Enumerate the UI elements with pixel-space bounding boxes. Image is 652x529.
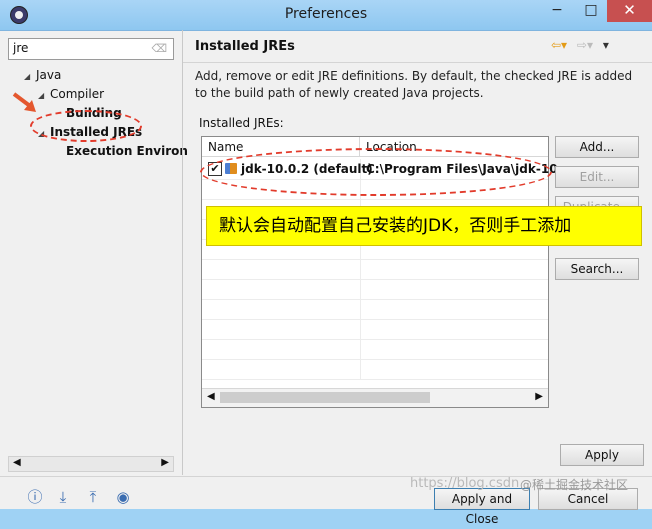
page-navigation: ⇦▾ ⇨▾ ▾ [551, 38, 641, 54]
apply-and-close-button[interactable]: Apply and Close [434, 488, 530, 526]
tree-horizontal-scrollbar[interactable]: ◀ ▶ [8, 456, 174, 472]
tree-item-compiler[interactable]: ◢ Compiler [38, 87, 104, 101]
highlight-ellipse-row [200, 148, 552, 196]
back-arrow-icon[interactable]: ⇦▾ [551, 38, 567, 52]
clear-filter-icon[interactable]: ⌫ [151, 42, 167, 55]
jre-table-label: Installed JREs: [199, 116, 284, 130]
minimize-button[interactable]: − [544, 0, 570, 22]
filter-input-value: jre [13, 41, 29, 55]
tree-expand-icon[interactable]: ◢ [38, 91, 50, 100]
red-arrow-icon [12, 92, 36, 112]
tree-item-execution-environments[interactable]: Execution Environ [66, 144, 188, 158]
record-icon[interactable]: ◉ [114, 488, 132, 506]
add-button[interactable]: Add... [555, 136, 639, 158]
tree-item-label: Execution Environ [66, 144, 188, 158]
view-menu-icon[interactable]: ▾ [603, 38, 609, 52]
import-icon[interactable]: ⤓ [54, 488, 72, 506]
apply-button[interactable]: Apply [560, 444, 644, 466]
scroll-right-icon[interactable]: ▶ [535, 391, 543, 402]
annotation-callout: 默认会自动配置自己安装的JDK，否则手工添加 [206, 206, 642, 246]
table-row [202, 339, 548, 360]
close-button[interactable]: ✕ [607, 0, 652, 22]
scroll-right-icon[interactable]: ▶ [161, 457, 169, 468]
search-button[interactable]: Search... [555, 258, 639, 280]
tree-item-label: Java [36, 68, 62, 82]
highlight-ellipse-tree [30, 110, 142, 142]
table-row [202, 279, 548, 300]
forward-arrow-icon[interactable]: ⇨▾ [577, 38, 593, 52]
maximize-button[interactable]: □ [578, 0, 604, 22]
preferences-window: Preferences − □ ✕ jre ⌫ ◢ Java ◢ Compiler … [0, 0, 652, 526]
scroll-left-icon[interactable]: ◀ [13, 457, 21, 468]
table-row [202, 319, 548, 340]
tree-item-java[interactable]: ◢ Java [24, 68, 61, 82]
tree-expand-icon[interactable]: ◢ [24, 72, 36, 81]
table-row [202, 299, 548, 320]
filter-input[interactable]: jre ⌫ [8, 38, 174, 60]
scrollbar-thumb[interactable] [220, 392, 430, 403]
watermark-site: @稀土掘金技术社区 [520, 478, 629, 492]
help-icon[interactable]: ⓘ [26, 488, 44, 506]
export-icon[interactable]: ⤒ [84, 488, 102, 506]
watermark-url: https://blog.csdn [410, 476, 520, 491]
title-bar: Preferences − □ ✕ [0, 0, 652, 31]
page-description: Add, remove or edit JRE definitions. By … [195, 69, 633, 100]
scroll-left-icon[interactable]: ◀ [207, 391, 215, 402]
edit-button[interactable]: Edit... [555, 166, 639, 188]
table-row [202, 259, 548, 280]
table-horizontal-scrollbar[interactable]: ◀ ▶ [202, 388, 548, 407]
page-title: Installed JREs [195, 39, 295, 54]
installed-jres-page: Installed JREs ⇦▾ ⇨▾ ▾ Add, remove or ed… [183, 30, 652, 475]
header-separator [183, 62, 652, 63]
tree-item-label: Compiler [50, 87, 105, 101]
table-row [202, 359, 548, 380]
